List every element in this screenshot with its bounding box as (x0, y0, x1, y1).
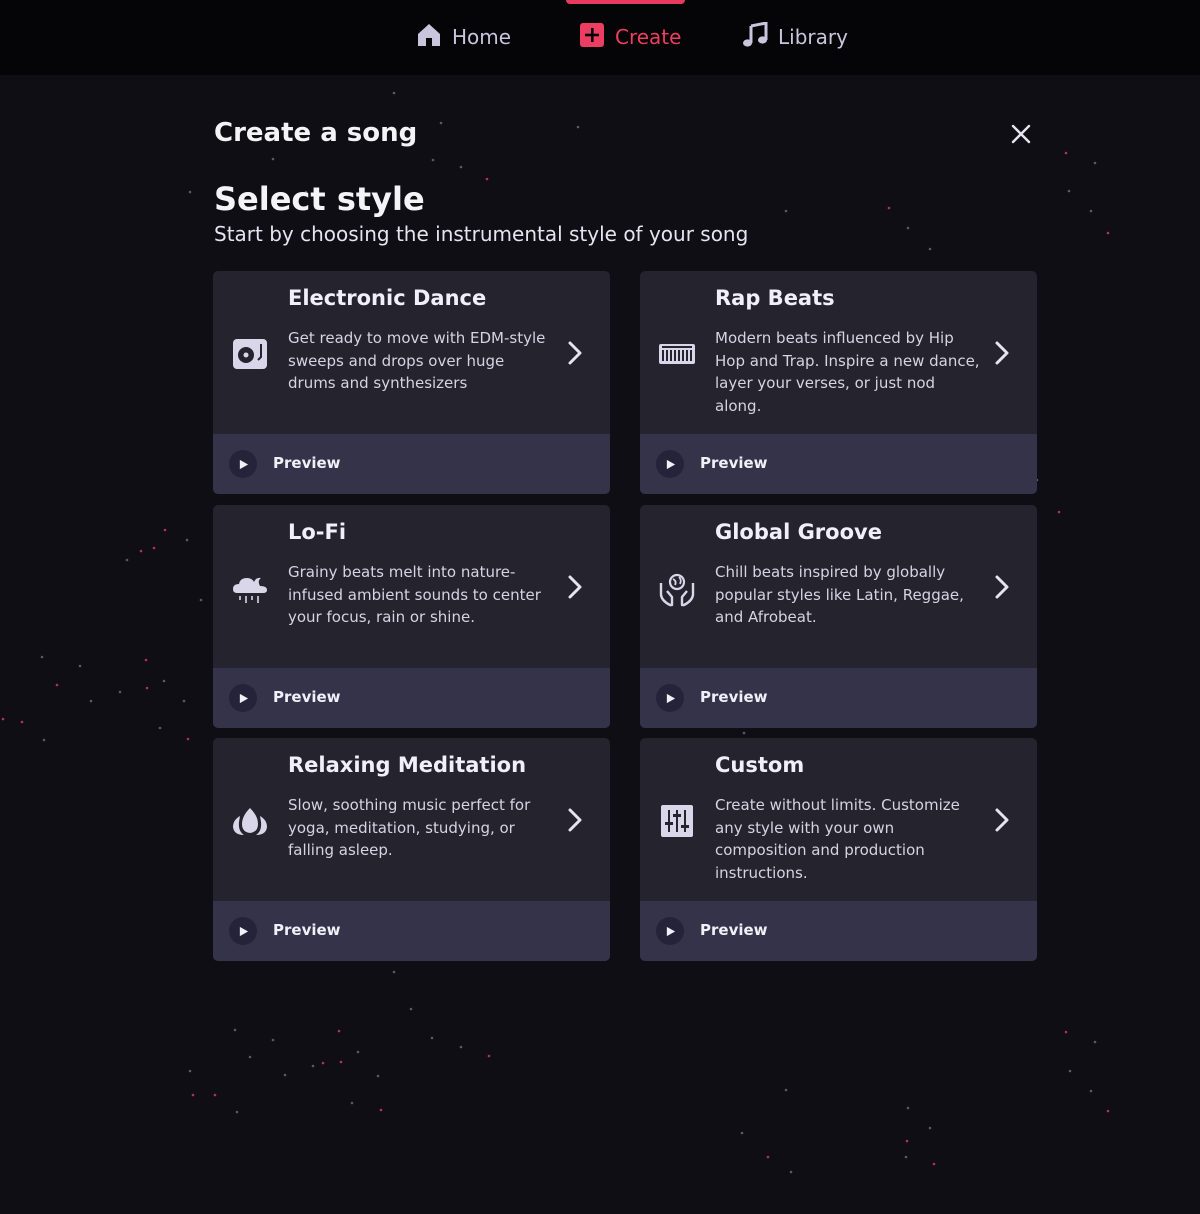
preview-button[interactable]: Preview (640, 901, 1037, 961)
home-icon (416, 22, 442, 53)
play-icon (229, 917, 257, 945)
preview-label: Preview (700, 688, 768, 706)
turntable-icon (231, 335, 269, 373)
style-card-lo-fi: Lo-Fi Grainy beats melt into nature-infu… (213, 505, 610, 728)
preview-label: Preview (700, 921, 768, 939)
style-card-select[interactable]: Rap Beats Modern beats influenced by Hip… (640, 271, 1037, 434)
style-card-description: Get ready to move with EDM-style sweeps … (288, 329, 546, 393)
music-note-icon (742, 20, 768, 53)
keyboard-icon (658, 335, 696, 373)
chevron-right-icon (990, 339, 1014, 367)
close-icon (1011, 124, 1031, 148)
preview-label: Preview (273, 454, 341, 472)
play-icon (229, 450, 257, 478)
play-icon (656, 917, 684, 945)
style-card-global-groove: Global Groove Chill beats inspired by gl… (640, 505, 1037, 728)
active-tab-indicator (566, 0, 685, 4)
preview-button[interactable]: Preview (213, 434, 610, 494)
style-card-select[interactable]: Custom Create without limits. Customize … (640, 738, 1037, 901)
chevron-right-icon (990, 573, 1014, 601)
style-card-description: Create without limits. Customize any sty… (715, 796, 960, 882)
chevron-right-icon (990, 806, 1014, 834)
nav-item-library[interactable]: Library (742, 18, 848, 56)
play-icon (656, 684, 684, 712)
style-card-title: Global Groove (715, 520, 882, 544)
top-navigation: Home Create Library (0, 0, 1200, 75)
chevron-right-icon (563, 806, 587, 834)
style-card-title: Lo-Fi (288, 520, 347, 544)
style-card-title: Custom (715, 753, 805, 777)
preview-button[interactable]: Preview (213, 668, 610, 728)
nav-item-label: Create (615, 25, 682, 49)
nav-item-label: Home (452, 25, 512, 49)
globe-hands-icon (658, 569, 696, 607)
nav-item-label: Library (778, 25, 848, 49)
style-card-select[interactable]: Lo-Fi Grainy beats melt into nature-infu… (213, 505, 610, 668)
plus-square-icon (579, 22, 605, 53)
chevron-right-icon (563, 339, 587, 367)
nav-item-create[interactable]: Create (579, 18, 681, 56)
style-card-rap-beats: Rap Beats Modern beats influenced by Hip… (640, 271, 1037, 494)
style-card-description: Grainy beats melt into nature-infused am… (288, 563, 541, 627)
sliders-icon (658, 802, 696, 840)
style-card-select[interactable]: Relaxing Meditation Slow, soothing music… (213, 738, 610, 901)
play-icon (656, 450, 684, 478)
lotus-icon (231, 802, 269, 840)
close-button[interactable] (1006, 121, 1036, 151)
style-card-title: Rap Beats (715, 286, 835, 310)
preview-button[interactable]: Preview (640, 434, 1037, 494)
play-icon (229, 684, 257, 712)
style-card-select[interactable]: Global Groove Chill beats inspired by gl… (640, 505, 1037, 668)
style-card-relaxing-meditation: Relaxing Meditation Slow, soothing music… (213, 738, 610, 961)
preview-label: Preview (273, 921, 341, 939)
style-card-title: Electronic Dance (288, 286, 487, 310)
rain-cloud-icon (231, 569, 269, 607)
style-card-description: Modern beats influenced by Hip Hop and T… (715, 329, 980, 415)
style-card-description: Slow, soothing music perfect for yoga, m… (288, 796, 531, 860)
style-card-select[interactable]: Electronic Dance Get ready to move with … (213, 271, 610, 434)
style-card-description: Chill beats inspired by globally popular… (715, 563, 964, 627)
preview-button[interactable]: Preview (640, 668, 1037, 728)
modal-title: Create a song (214, 118, 418, 148)
style-card-electronic-dance: Electronic Dance Get ready to move with … (213, 271, 610, 494)
style-card-title: Relaxing Meditation (288, 753, 527, 777)
section-title: Select style (214, 180, 425, 218)
nav-item-home[interactable]: Home (416, 18, 511, 56)
preview-label: Preview (700, 454, 768, 472)
preview-label: Preview (273, 688, 341, 706)
style-card-custom: Custom Create without limits. Customize … (640, 738, 1037, 961)
section-subtitle: Start by choosing the instrumental style… (214, 222, 749, 246)
chevron-right-icon (563, 573, 587, 601)
preview-button[interactable]: Preview (213, 901, 610, 961)
